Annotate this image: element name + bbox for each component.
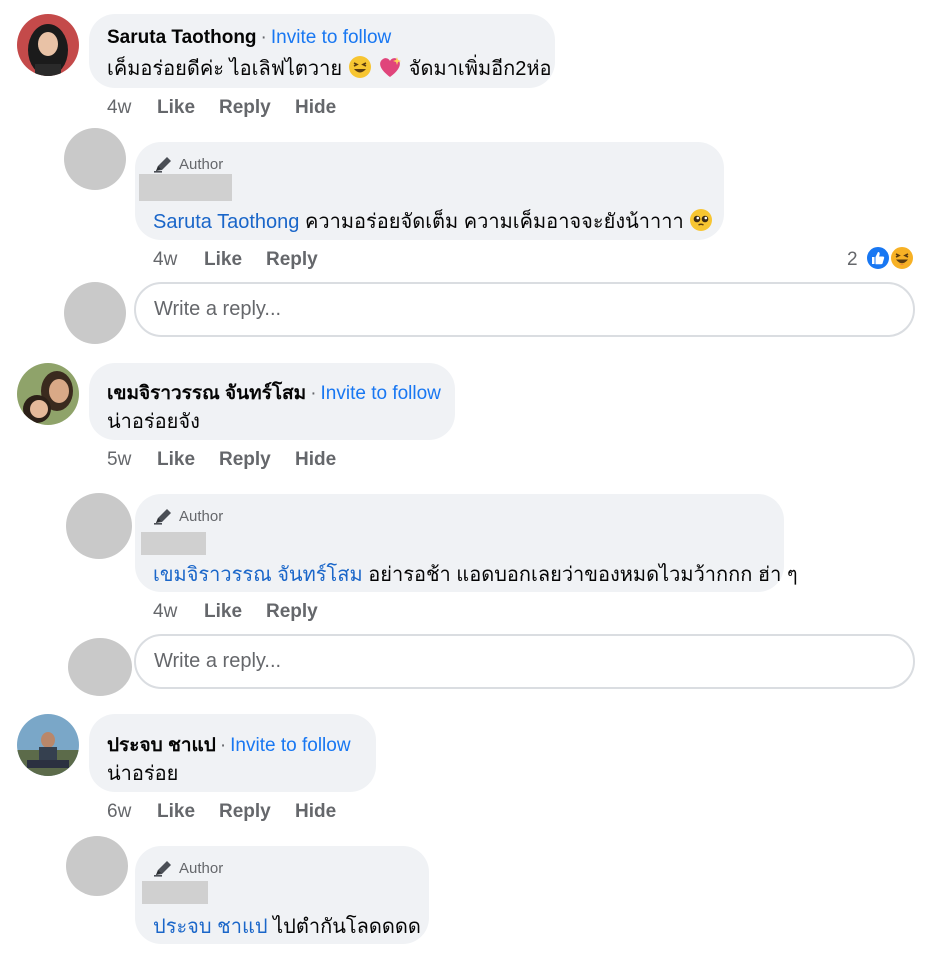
reply-button[interactable]: Reply [266, 249, 318, 271]
laughing-face-icon [889, 245, 915, 271]
hide-button[interactable]: Hide [295, 449, 336, 471]
comment-text: น่าอร่อย [107, 763, 179, 785]
sparkling-heart-emoji-icon [377, 55, 403, 85]
reply-input[interactable]: Write a reply... [134, 282, 915, 337]
reply-button[interactable]: Reply [219, 449, 295, 471]
avatar-photo [17, 363, 79, 425]
reply-text-part: ความอร่อยจัดเต็ม ความเค็มอาจจะยังน้าาาา [304, 211, 684, 233]
avatar-khemjirawan[interactable] [17, 363, 79, 425]
author-reply-text: ประจบ ชาแป ไปตำกันโลดดดด [153, 910, 421, 942]
separator-dot: · [219, 735, 227, 756]
pen-icon [154, 509, 171, 525]
thumbs-up-icon [865, 245, 891, 271]
separator-dot: · [260, 27, 267, 48]
mention-link[interactable]: Saruta Taothong [153, 211, 299, 233]
comment-time[interactable]: 4w [107, 97, 157, 119]
avatar-photo [17, 714, 79, 776]
commenter-name-text[interactable]: เขมจิราวรรณ จันทร์โสม [107, 383, 306, 404]
comment-actions: 6w Like Reply Hide [107, 801, 336, 823]
like-button[interactable]: Like [204, 249, 266, 271]
avatar-photo [17, 14, 79, 76]
comment-actions: 4w Like Reply Hide [107, 97, 336, 119]
invite-to-follow-link[interactable]: Invite to follow [321, 383, 441, 404]
reactions[interactable] [865, 245, 917, 273]
author-badge: Author [154, 507, 223, 525]
reply-time[interactable]: 4w [153, 249, 204, 271]
like-button[interactable]: Like [157, 449, 219, 471]
like-button[interactable]: Like [157, 97, 219, 119]
author-reply-text: เขมจิราวรรณ จันทร์โสม อย่ารอช้า แอดบอกเล… [153, 558, 798, 590]
avatar-saruta[interactable] [17, 14, 79, 76]
author-badge-label: Author [179, 155, 224, 173]
my-avatar [64, 282, 126, 344]
author-avatar[interactable] [66, 836, 128, 896]
author-reply-actions: 4w Like Reply [153, 601, 318, 623]
reply-input-placeholder: Write a reply... [154, 298, 282, 320]
commenter-name-text[interactable]: ประจบ ชาแป [107, 735, 216, 756]
avatar-prachob[interactable] [17, 714, 79, 776]
comment-text-part-2: จัดมาเพิ่มอีก2ห่อ [408, 58, 552, 80]
author-badge: Author [154, 155, 223, 173]
author-avatar[interactable] [64, 128, 126, 190]
hide-button[interactable]: Hide [295, 97, 336, 119]
comment-text: เค็มอร่อยดีค่ะ ไอเลิฟไตวาย จัดมาเพิ่มอีก… [107, 52, 552, 85]
redacted-author-name [142, 881, 208, 904]
reply-text-part: อย่ารอช้า แอดบอกเลยว่าของหมดไวมว้ากกก ฮ่… [368, 564, 798, 586]
author-badge: Author [154, 859, 223, 877]
comment-time[interactable]: 5w [107, 449, 157, 471]
commenter-name-text[interactable]: Saruta Taothong [107, 27, 257, 48]
mention-link[interactable]: ประจบ ชาแป [153, 916, 268, 938]
comment-text-part: เค็มอร่อยดีค่ะ ไอเลิฟไตวาย [107, 58, 343, 80]
reply-input[interactable]: Write a reply... [134, 634, 915, 689]
author-reply-actions: 4w Like Reply [153, 249, 318, 271]
separator-dot: · [310, 383, 317, 404]
mention-link[interactable]: เขมจิราวรรณ จันทร์โสม [153, 564, 363, 586]
invite-to-follow-link[interactable]: Invite to follow [271, 27, 391, 48]
reply-button[interactable]: Reply [219, 97, 295, 119]
reply-button[interactable]: Reply [266, 601, 318, 623]
invite-to-follow-link[interactable]: Invite to follow [230, 735, 350, 756]
author-reply-text: Saruta Taothong ความอร่อยจัดเต็ม ความเค็… [153, 205, 713, 238]
reaction-count[interactable]: 2 [847, 249, 858, 271]
comment-text: น่าอร่อยจัง [107, 411, 200, 433]
comment-time[interactable]: 6w [107, 801, 157, 823]
author-badge-label: Author [179, 507, 224, 525]
commenter-name: ประจบ ชาแป · Invite to follow [107, 730, 351, 760]
like-button[interactable]: Like [157, 801, 219, 823]
author-badge-label: Author [179, 859, 224, 877]
like-button[interactable]: Like [204, 601, 266, 623]
redacted-author-name [139, 174, 232, 201]
reply-input-placeholder: Write a reply... [154, 650, 282, 672]
redacted-author-name [141, 532, 206, 555]
commenter-name: เขมจิราวรรณ จันทร์โสม · Invite to follow [107, 378, 441, 408]
pen-icon [154, 157, 171, 173]
pleading-face-emoji-icon [689, 208, 713, 238]
reply-button[interactable]: Reply [219, 801, 295, 823]
commenter-name: Saruta Taothong · Invite to follow [107, 27, 391, 49]
grinning-squint-emoji-icon [348, 55, 372, 85]
reply-text-part: ไปตำกันโลดดดด [273, 916, 421, 938]
my-avatar [68, 638, 132, 696]
reply-time[interactable]: 4w [153, 601, 204, 623]
author-avatar[interactable] [66, 493, 132, 559]
hide-button[interactable]: Hide [295, 801, 336, 823]
pen-icon [154, 861, 171, 877]
comment-actions: 5w Like Reply Hide [107, 449, 336, 471]
